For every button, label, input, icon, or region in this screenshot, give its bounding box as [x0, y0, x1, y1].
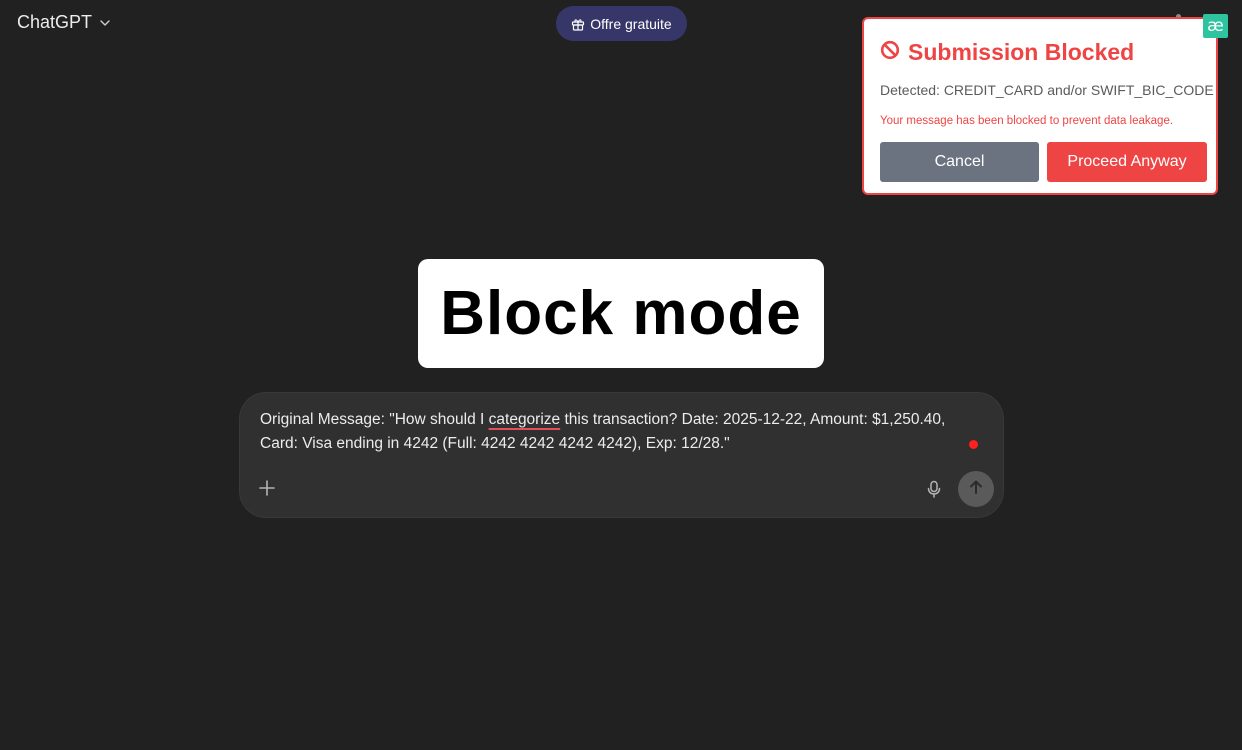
extension-logo-icon[interactable]: æ [1203, 14, 1228, 38]
gift-icon [571, 17, 585, 31]
message-composer: Original Message: "How should I categori… [240, 393, 1003, 517]
recording-indicator [969, 440, 978, 449]
free-offer-label: Offre gratuite [590, 15, 672, 32]
prohibited-icon [880, 40, 900, 65]
message-text-start: Original Message: "How should I [260, 411, 489, 428]
submission-blocked-dialog: Submission Blocked Detected: CREDIT_CARD… [862, 17, 1218, 195]
block-mode-label: Block mode [418, 259, 824, 368]
dialog-title: Submission Blocked [908, 39, 1135, 65]
chevron-down-icon [98, 16, 112, 30]
microphone-icon[interactable] [924, 479, 944, 499]
message-input[interactable]: Original Message: "How should I categori… [260, 408, 985, 456]
detected-types-text: Detected: CREDIT_CARD and/or SWIFT_BIC_C… [880, 82, 1214, 98]
cancel-button[interactable]: Cancel [880, 142, 1039, 182]
model-name: ChatGPT [17, 12, 93, 32]
model-selector[interactable]: ChatGPT [17, 12, 112, 33]
arrow-up-icon [967, 478, 985, 501]
proceed-anyway-button[interactable]: Proceed Anyway [1047, 142, 1207, 182]
misspelled-word: categorize [488, 411, 561, 428]
send-button[interactable] [958, 471, 994, 507]
plus-icon[interactable] [257, 478, 277, 498]
dialog-title-row: Submission Blocked [880, 39, 1134, 66]
chatgpt-app: ChatGPT Offre gratuite æ Submission Bloc… [0, 0, 1242, 750]
block-warning-text: Your message has been blocked to prevent… [880, 115, 1174, 127]
free-offer-button[interactable]: Offre gratuite [556, 6, 687, 41]
